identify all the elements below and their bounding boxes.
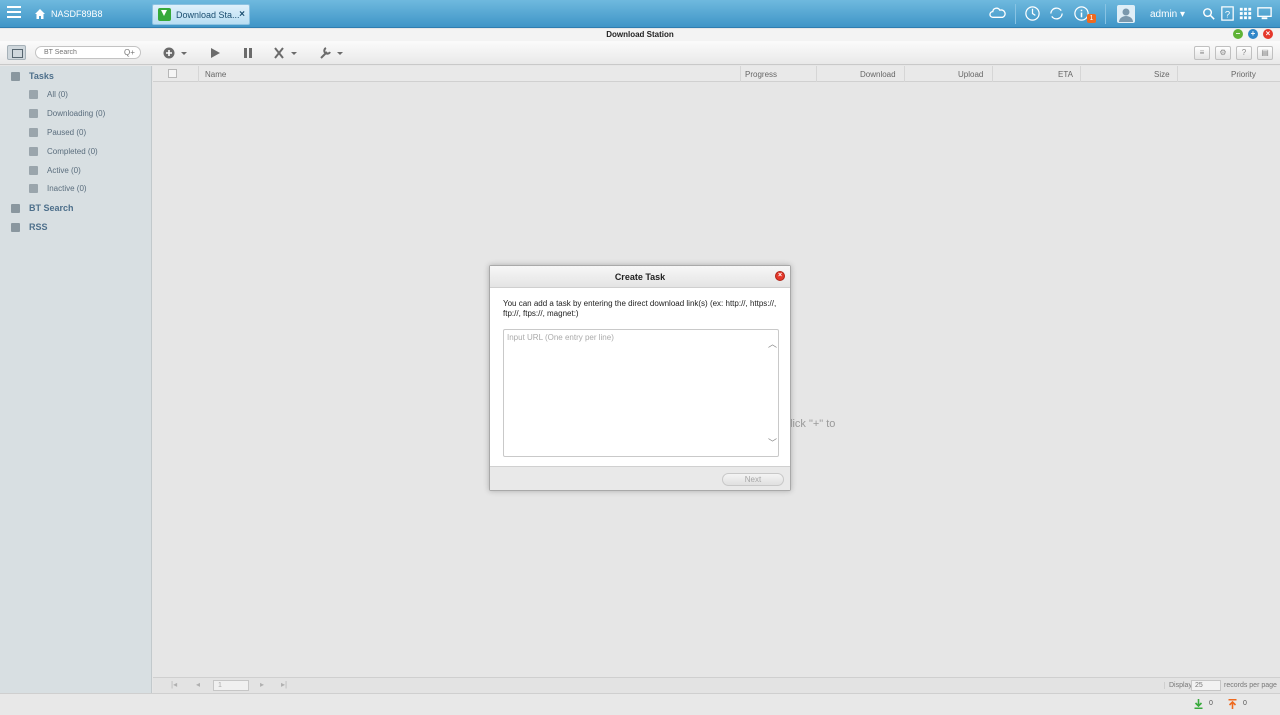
url-input[interactable] xyxy=(503,329,779,457)
maximize-button[interactable]: + xyxy=(1248,29,1258,39)
list-add-icon[interactable]: ≡ xyxy=(1194,46,1210,60)
rss-icon xyxy=(11,222,20,232)
sidebar-item-inactive[interactable]: Inactive (0) xyxy=(29,184,87,193)
sidebar-item-completed[interactable]: Completed (0) xyxy=(29,147,98,156)
user-menu[interactable]: admin ▾ xyxy=(1150,9,1185,20)
lock-icon xyxy=(29,184,38,193)
sidebar-item-label: Inactive (0) xyxy=(47,184,87,193)
search-add-icon[interactable]: Q+ xyxy=(124,48,135,57)
sidebar-item-paused[interactable]: Paused (0) xyxy=(29,128,86,137)
nas-name: NASDF89B8 xyxy=(51,9,103,19)
pause-icon xyxy=(29,128,38,137)
main-menu-button[interactable] xyxy=(7,6,21,20)
close-dialog-button[interactable]: × xyxy=(775,271,785,281)
scroll-down-icon[interactable]: ﹀ xyxy=(768,436,777,449)
tasks-icon xyxy=(11,71,20,81)
sidebar-item-label: BT Search xyxy=(29,203,74,213)
minimize-button[interactable]: – xyxy=(1233,29,1243,39)
top-bar: NASDF89B8 Download Sta... × 1 admin ▾ ? xyxy=(0,0,1280,28)
window-title: Download Station xyxy=(0,29,1280,41)
pagination-bar: |◂ ◂ 1 ▸ ▸| Display 25 records per page xyxy=(153,677,1280,693)
scroll-up-icon[interactable]: ︿ xyxy=(768,337,777,350)
sidebar-item-tasks[interactable]: Tasks xyxy=(11,71,54,81)
cloud-icon[interactable] xyxy=(989,5,1006,22)
home-icon xyxy=(35,9,45,19)
sidebar: Tasks All (0) Downloading (0) Paused (0)… xyxy=(0,66,152,693)
create-task-dialog: Create Task × You can add a task by ente… xyxy=(489,265,791,491)
prev-page-icon[interactable]: ◂ xyxy=(196,680,200,689)
column-priority[interactable]: Priority xyxy=(1231,70,1256,79)
layout-icon[interactable]: ▤ xyxy=(1257,46,1273,60)
search-icon[interactable] xyxy=(1200,5,1217,22)
last-page-icon[interactable]: ▸| xyxy=(281,680,287,689)
search-icon xyxy=(11,203,20,213)
help-button-icon[interactable]: ? xyxy=(1236,46,1252,60)
display-label: Display xyxy=(1164,682,1192,689)
table-header: Name Progress Download Upload ETA Size P… xyxy=(153,66,1280,82)
column-download[interactable]: Download xyxy=(860,70,896,79)
empty-list-hint: lick "+" to xyxy=(790,418,836,430)
column-eta[interactable]: ETA xyxy=(1058,70,1073,79)
page-number-input[interactable]: 1 xyxy=(213,680,249,691)
avatar[interactable] xyxy=(1117,5,1135,23)
sidebar-item-label: Tasks xyxy=(29,71,54,81)
bolt-icon xyxy=(29,166,38,175)
column-upload[interactable]: Upload xyxy=(958,70,983,79)
nas-home-tab[interactable]: NASDF89B8 xyxy=(34,4,103,24)
sidebar-toggle-button[interactable] xyxy=(7,45,26,60)
dialog-footer: Next xyxy=(490,466,790,490)
records-per-page-label: records per page xyxy=(1224,682,1277,689)
download-station-tab-label: Download Sta... xyxy=(176,9,240,20)
per-page-select[interactable]: 25 xyxy=(1191,680,1221,691)
sidebar-item-active[interactable]: Active (0) xyxy=(29,166,81,175)
settings-menu-button[interactable] xyxy=(318,45,346,61)
dialog-title: Create Task xyxy=(490,266,790,288)
add-task-button[interactable] xyxy=(162,45,188,61)
sidebar-item-all[interactable]: All (0) xyxy=(29,90,68,99)
sidebar-item-label: Downloading (0) xyxy=(47,109,106,118)
close-tab-icon[interactable]: × xyxy=(239,9,245,20)
sidebar-item-label: All (0) xyxy=(47,90,68,99)
sync-icon[interactable] xyxy=(1048,5,1065,22)
select-all-checkbox[interactable] xyxy=(168,69,177,78)
toolbar: Q+ ≡ ⚙ ? ▤ xyxy=(0,41,1280,65)
start-button[interactable] xyxy=(208,45,222,61)
remove-task-button[interactable] xyxy=(272,45,300,61)
next-button[interactable]: Next xyxy=(722,473,784,486)
apps-grid-icon[interactable] xyxy=(1237,5,1254,22)
download-icon xyxy=(29,109,38,118)
sidebar-item-rss[interactable]: RSS xyxy=(11,222,48,232)
upload-speed-icon xyxy=(1228,699,1237,709)
desktop-icon[interactable] xyxy=(1256,5,1273,22)
sidebar-item-downloading[interactable]: Downloading (0) xyxy=(29,109,105,118)
first-page-icon[interactable]: |◂ xyxy=(171,680,177,689)
people-icon xyxy=(29,90,38,99)
column-size[interactable]: Size xyxy=(1154,70,1170,79)
check-icon xyxy=(29,147,38,156)
sidebar-item-label: Completed (0) xyxy=(47,147,98,156)
notification-badge: 1 xyxy=(1087,14,1096,23)
sidebar-item-label: Active (0) xyxy=(47,166,81,175)
sidebar-item-label: RSS xyxy=(29,222,48,232)
sidebar-item-bt-search[interactable]: BT Search xyxy=(11,203,74,213)
username: admin xyxy=(1150,9,1178,20)
download-station-tab[interactable]: Download Sta... × xyxy=(152,4,250,25)
download-speed-icon xyxy=(1194,699,1203,709)
dialog-description: You can add a task by entering the direc… xyxy=(503,299,777,318)
download-station-icon xyxy=(158,8,171,21)
column-progress[interactable]: Progress xyxy=(745,70,777,79)
background-task-icon[interactable] xyxy=(1024,5,1041,22)
download-count: 0 xyxy=(1209,700,1213,707)
help-icon[interactable]: ? xyxy=(1219,5,1236,22)
status-bar: 0 0 xyxy=(0,693,1280,715)
pause-button[interactable] xyxy=(241,45,255,61)
sidebar-item-label: Paused (0) xyxy=(47,128,87,137)
upload-count: 0 xyxy=(1243,700,1247,707)
close-window-button[interactable]: × xyxy=(1263,29,1273,39)
next-page-icon[interactable]: ▸ xyxy=(260,680,264,689)
gear-icon[interactable]: ⚙ xyxy=(1215,46,1231,60)
column-name[interactable]: Name xyxy=(205,70,226,79)
svg-text:?: ? xyxy=(1225,9,1230,20)
